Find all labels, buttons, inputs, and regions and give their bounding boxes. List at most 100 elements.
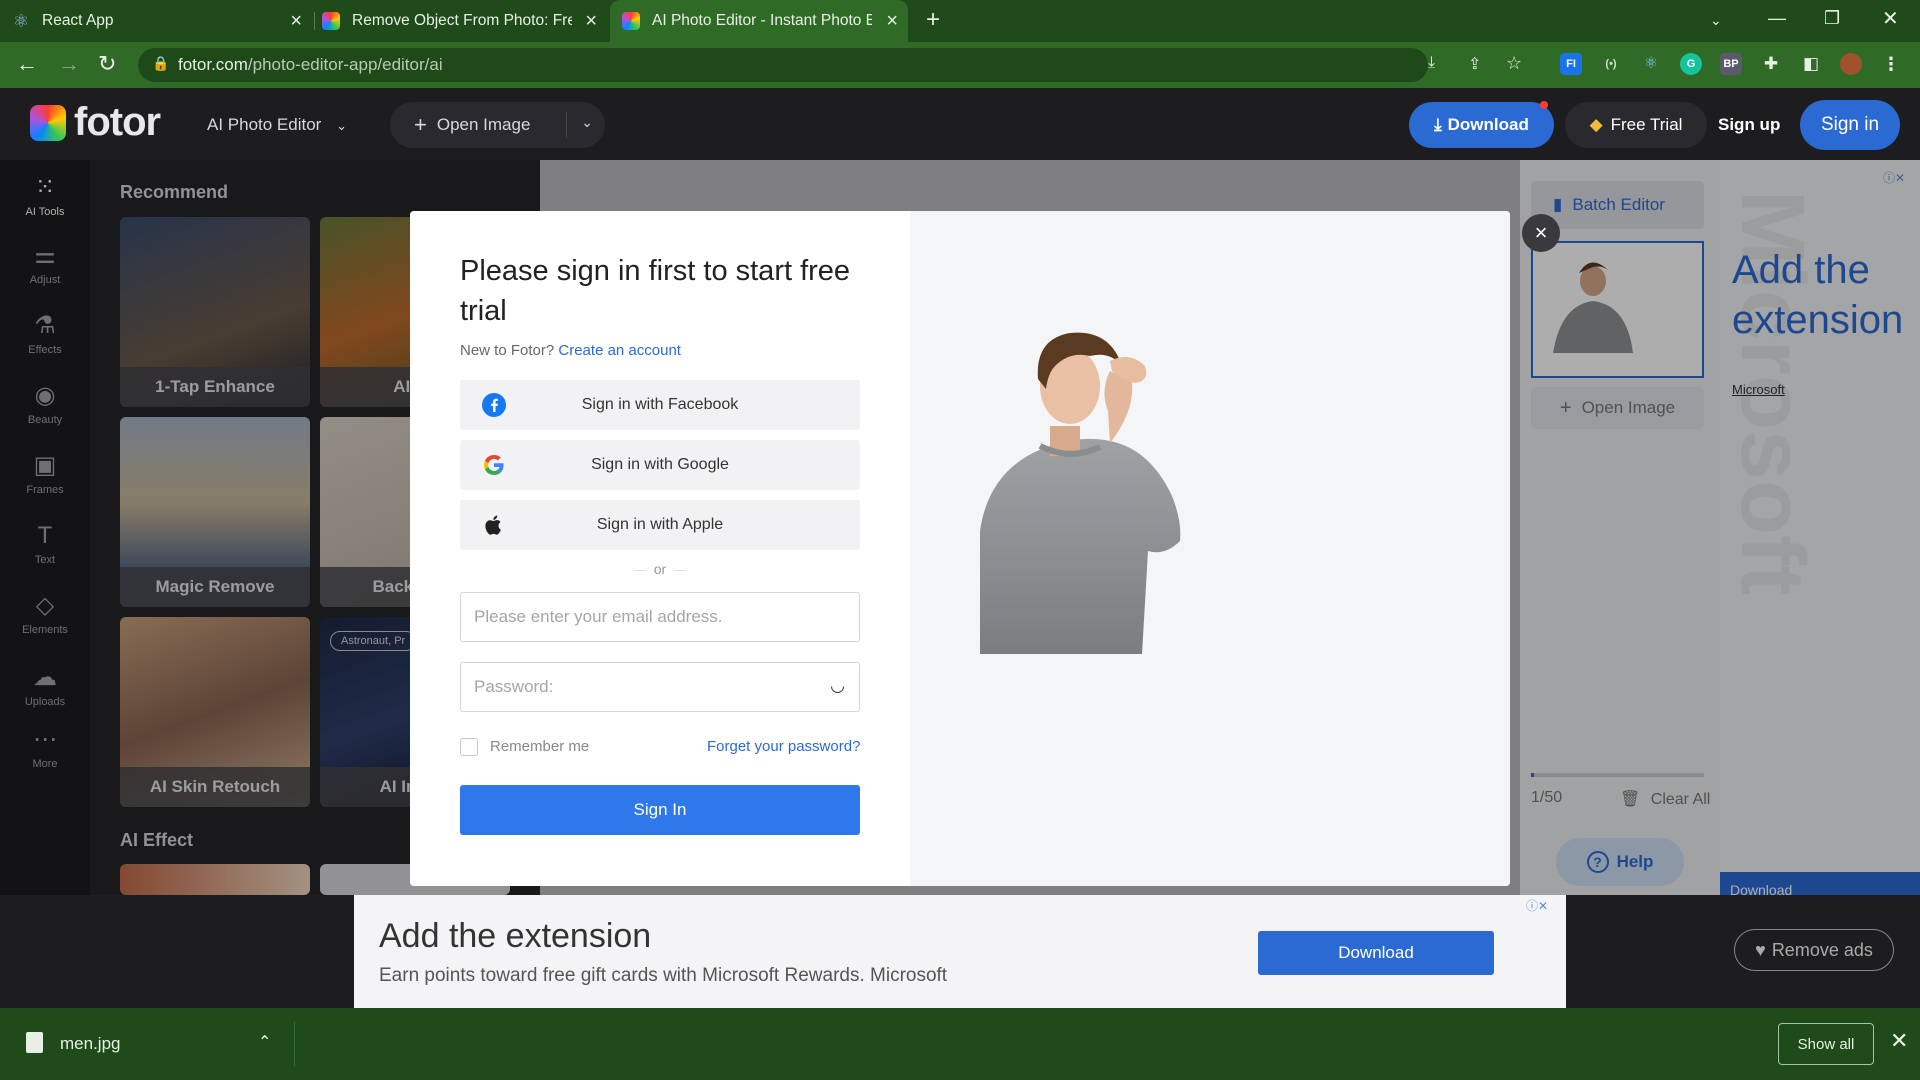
bottom-ad-headline: Add the extension xyxy=(379,917,652,955)
mode-select[interactable]: AI Photo Editor ⌄ xyxy=(207,115,347,135)
tab-close-icon[interactable]: × xyxy=(585,11,597,31)
bottom-ad-subtext: Earn points toward free gift cards with … xyxy=(379,965,948,986)
apple-sign-in-button[interactable]: Sign in with Apple xyxy=(460,500,860,550)
or-label: or xyxy=(653,561,667,577)
minimize-icon[interactable]: — xyxy=(1768,8,1786,29)
browser-menu-icon[interactable]: ⋮ xyxy=(1880,53,1902,75)
new-account-prompt: New to Fotor? Create an account xyxy=(460,342,681,359)
forgot-password-link[interactable]: Forget your password? xyxy=(707,738,860,755)
url-field[interactable]: 🔒 fotor.com/photo-editor-app/editor/ai ⤓… xyxy=(138,48,1522,82)
tab-close-icon[interactable]: × xyxy=(886,11,898,31)
open-image-label: Open Image xyxy=(436,115,531,134)
chevron-down-icon[interactable]: ⌄ xyxy=(581,114,593,131)
mode-select-label: AI Photo Editor xyxy=(207,115,322,134)
remember-me-label: Remember me xyxy=(490,738,590,755)
install-icon[interactable]: ⤓ xyxy=(1428,54,1435,72)
close-shelf-icon[interactable]: ✕ xyxy=(1890,1028,1908,1054)
plus-icon: + xyxy=(414,112,427,137)
show-all-button[interactable]: Show all xyxy=(1778,1023,1874,1065)
sign-up-link[interactable]: Sign up xyxy=(1718,115,1780,135)
sign-in-modal: Please sign in first to start free trial… xyxy=(410,211,1510,886)
tab-ai-photo-editor[interactable]: AI Photo Editor - Instant Photo E × xyxy=(610,0,908,42)
adchoices-icon[interactable]: ⓘ✕ xyxy=(1526,897,1548,914)
divider xyxy=(566,112,567,138)
facebook-sign-in-button[interactable]: Sign in with Facebook xyxy=(460,380,860,430)
bottom-ad[interactable]: Add the extension Earn points toward fre… xyxy=(354,895,1566,1008)
share-icon[interactable]: ⇪ xyxy=(1468,54,1481,74)
man-illustration-image xyxy=(980,332,1181,654)
separator-line xyxy=(633,569,646,571)
fotor-favicon-icon xyxy=(322,12,340,30)
fotor-favicon-icon xyxy=(622,12,640,30)
google-sign-in-button[interactable]: Sign in with Google xyxy=(460,440,860,490)
reload-icon[interactable]: ↻ xyxy=(98,52,116,76)
modal-title: Please sign in first to start free trial xyxy=(460,255,851,327)
tab-remove-object[interactable]: Remove Object From Photo: Free × xyxy=(322,0,607,42)
chevron-down-icon: ⌄ xyxy=(336,118,347,133)
password-field[interactable]: ◡ xyxy=(460,662,860,712)
facebook-label: Sign in with Facebook xyxy=(581,396,739,413)
diamond-icon: ◆ xyxy=(1589,115,1603,134)
window-close-icon[interactable]: ✕ xyxy=(1882,6,1899,31)
chevron-up-icon[interactable]: ⌃ xyxy=(258,1032,271,1052)
side-panel-icon[interactable]: ◧ xyxy=(1800,53,1822,75)
download-label: Download xyxy=(1447,115,1529,134)
modal-close-icon[interactable]: × xyxy=(1522,214,1560,252)
extension-fi-icon[interactable]: FI xyxy=(1560,53,1582,75)
apple-icon xyxy=(485,515,501,535)
fotor-logo-text: fotor xyxy=(74,100,161,144)
apple-label: Sign in with Apple xyxy=(596,516,724,533)
react-favicon-icon: ⚛ xyxy=(12,11,30,31)
extension-grammarly-icon[interactable]: G xyxy=(1680,53,1702,75)
tab-close-icon[interactable]: × xyxy=(290,11,302,31)
url-host: fotor.com xyxy=(178,55,248,74)
bookmark-star-icon[interactable]: ☆ xyxy=(1506,53,1522,74)
tab-react-app[interactable]: ⚛ React App × xyxy=(12,0,312,42)
forward-icon[interactable]: → xyxy=(58,52,80,76)
or-separator: or xyxy=(460,561,860,577)
open-image-button[interactable]: + Open Image ⌄ xyxy=(390,102,605,148)
tab-title: Remove Object From Photo: Free xyxy=(352,12,572,29)
download-filename[interactable]: men.jpg xyxy=(60,1034,120,1054)
google-icon xyxy=(484,455,504,475)
maximize-icon[interactable]: ❐ xyxy=(1824,8,1840,29)
extensions-puzzle-icon[interactable]: ✚ xyxy=(1760,53,1782,75)
eye-closed-icon[interactable]: ◡ xyxy=(830,676,845,696)
google-label: Sign in with Google xyxy=(591,456,729,473)
file-icon xyxy=(26,1032,43,1053)
bottom-ad-download-button[interactable]: Download xyxy=(1258,931,1494,975)
sign-in-form: Please sign in first to start free trial… xyxy=(410,211,910,886)
notification-dot xyxy=(1540,101,1548,109)
app-header: fotor AI Photo Editor ⌄ + Open Image ⌄ ⤓… xyxy=(0,88,1920,160)
tab-title: AI Photo Editor - Instant Photo E xyxy=(652,12,872,29)
sign-in-button[interactable]: Sign in xyxy=(1800,100,1900,150)
free-trial-button[interactable]: ◆ Free Trial xyxy=(1565,102,1707,148)
extension-bp-icon[interactable]: BP xyxy=(1720,53,1742,75)
password-input[interactable] xyxy=(461,663,791,711)
extension-radio-icon[interactable]: (•) xyxy=(1600,53,1622,75)
download-shelf: men.jpg ⌃ Show all ✕ xyxy=(0,1008,1920,1080)
email-field[interactable] xyxy=(460,592,860,642)
download-icon: ⤓ xyxy=(1434,115,1442,134)
url-path: /photo-editor-app/editor/ai xyxy=(247,55,443,74)
email-input[interactable] xyxy=(461,593,791,641)
extension-react-icon[interactable]: ⚛ xyxy=(1640,53,1662,75)
facebook-icon xyxy=(482,393,506,417)
create-account-link[interactable]: Create an account xyxy=(558,342,681,359)
browser-tab-bar: ⚛ React App × Remove Object From Photo: … xyxy=(0,0,1920,42)
remove-ads-button[interactable]: ♥ Remove ads xyxy=(1734,929,1894,971)
new-prompt-text: New to Fotor? xyxy=(460,342,555,359)
back-icon[interactable]: ← xyxy=(16,52,38,76)
sign-in-submit-button[interactable]: Sign In xyxy=(460,785,860,835)
download-button[interactable]: ⤓ Download xyxy=(1409,102,1554,148)
free-trial-label: Free Trial xyxy=(1610,115,1683,134)
tab-separator xyxy=(314,12,315,30)
address-bar-row: ← → ↻ 🔒 fotor.com/photo-editor-app/edito… xyxy=(0,42,1920,88)
new-tab-icon[interactable]: + xyxy=(926,6,940,34)
tab-title: React App xyxy=(42,12,114,29)
heart-icon: ♥ xyxy=(1755,939,1766,960)
profile-avatar[interactable] xyxy=(1840,53,1862,75)
remember-me-checkbox[interactable] xyxy=(460,738,478,756)
lock-icon: 🔒 xyxy=(152,55,170,71)
tab-search-icon[interactable]: ⌄ xyxy=(1710,12,1722,29)
